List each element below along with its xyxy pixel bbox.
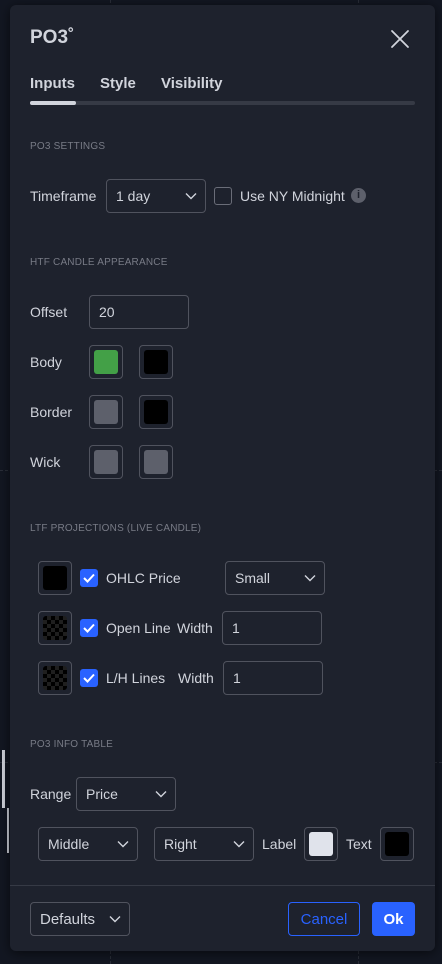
defaults-button[interactable]: Defaults: [30, 902, 130, 936]
tab-visibility[interactable]: Visibility: [161, 75, 222, 92]
chevron-down-icon: [117, 841, 129, 848]
section-htf-candle: HTF CANDLE APPEARANCE: [30, 257, 168, 268]
swatch-fill: [144, 450, 168, 474]
open-line-width-label: Width: [177, 620, 213, 636]
range-label: Range: [30, 786, 72, 802]
timeframe-value: 1 day: [116, 188, 151, 204]
checkmark-icon: [83, 673, 95, 683]
ohlc-color-swatch[interactable]: [38, 561, 72, 595]
wick-label: Wick: [30, 454, 61, 470]
chart-candle: [2, 750, 5, 808]
text-color-swatch[interactable]: [380, 827, 414, 861]
open-line-width-input[interactable]: 1: [222, 611, 322, 645]
chevron-down-icon: [109, 916, 121, 923]
chart-candle: [7, 808, 9, 853]
timeframe-label: Timeframe: [30, 188, 97, 204]
settings-dialog: PO3˚ Inputs Style Visibility PO3 SETTING…: [10, 5, 435, 951]
ohlc-size-select[interactable]: Small: [225, 561, 325, 595]
ohlc-size-value: Small: [235, 570, 271, 586]
checkmark-icon: [83, 573, 95, 583]
body-color-swatch-2[interactable]: [139, 345, 173, 379]
label-color-label: Label: [262, 836, 297, 852]
lh-lines-width-label: Width: [178, 670, 214, 686]
tab-inputs[interactable]: Inputs: [30, 75, 75, 92]
ny-midnight-checkbox[interactable]: [214, 187, 232, 205]
defaults-label: Defaults: [40, 910, 96, 928]
section-ltf-projections: LTF PROJECTIONS (LIVE CANDLE): [30, 523, 202, 534]
swatch-fill: [43, 616, 67, 640]
vertical-position-select[interactable]: Middle: [38, 827, 138, 861]
active-tab-indicator: [30, 101, 76, 105]
chevron-down-icon: [233, 841, 245, 848]
open-line-width-value: 1: [232, 620, 240, 636]
lh-lines-width-input[interactable]: 1: [223, 661, 323, 695]
info-icon[interactable]: i: [351, 188, 366, 203]
offset-value: 20: [99, 304, 115, 320]
open-line-color-swatch[interactable]: [38, 611, 72, 645]
chevron-down-icon: [155, 791, 167, 798]
range-value: Price: [86, 786, 118, 802]
wick-color-swatch-1[interactable]: [89, 445, 123, 479]
wick-color-swatch-2[interactable]: [139, 445, 173, 479]
swatch-fill: [309, 832, 333, 856]
chevron-down-icon: [185, 193, 197, 200]
horizontal-position-value: Right: [164, 836, 197, 852]
label-color-swatch[interactable]: [304, 827, 338, 861]
chevron-down-icon: [304, 575, 316, 582]
offset-label: Offset: [30, 304, 68, 320]
timeframe-select[interactable]: 1 day: [106, 179, 206, 213]
ok-button[interactable]: Ok: [372, 902, 415, 936]
vertical-position-value: Middle: [48, 836, 90, 852]
tabs-track: [30, 101, 415, 105]
lh-lines-width-value: 1: [233, 670, 241, 686]
body-label: Body: [30, 354, 62, 370]
open-line-checkbox[interactable]: [80, 619, 98, 637]
swatch-fill: [94, 400, 118, 424]
border-label: Border: [30, 404, 73, 420]
lh-lines-label: L/H Lines: [106, 670, 166, 686]
swatch-fill: [94, 350, 118, 374]
ny-midnight-label: Use NY Midnight: [240, 188, 345, 204]
swatch-fill: [144, 350, 168, 374]
swatch-fill: [94, 450, 118, 474]
cancel-button[interactable]: Cancel: [288, 902, 360, 936]
swatch-fill: [43, 666, 67, 690]
open-line-label: Open Line: [106, 620, 171, 636]
border-color-swatch-2[interactable]: [139, 395, 173, 429]
dialog-title: PO3˚: [30, 27, 75, 48]
ohlc-price-checkbox[interactable]: [80, 569, 98, 587]
swatch-fill: [385, 832, 409, 856]
body-color-swatch-1[interactable]: [89, 345, 123, 379]
range-select[interactable]: Price: [76, 777, 176, 811]
swatch-fill: [43, 566, 67, 590]
offset-input[interactable]: 20: [89, 295, 189, 329]
footer-divider: [10, 885, 435, 886]
lh-lines-checkbox[interactable]: [80, 669, 98, 687]
section-info-table: PO3 INFO TABLE: [30, 739, 114, 750]
text-color-label: Text: [346, 836, 372, 852]
horizontal-position-select[interactable]: Right: [154, 827, 254, 861]
section-po3-settings: PO3 SETTINGS: [30, 141, 106, 152]
close-icon[interactable]: [388, 27, 412, 51]
tab-style[interactable]: Style: [100, 75, 136, 92]
swatch-fill: [144, 400, 168, 424]
ohlc-price-label: OHLC Price: [106, 570, 181, 586]
border-color-swatch-1[interactable]: [89, 395, 123, 429]
checkmark-icon: [83, 623, 95, 633]
lh-lines-color-swatch[interactable]: [38, 661, 72, 695]
